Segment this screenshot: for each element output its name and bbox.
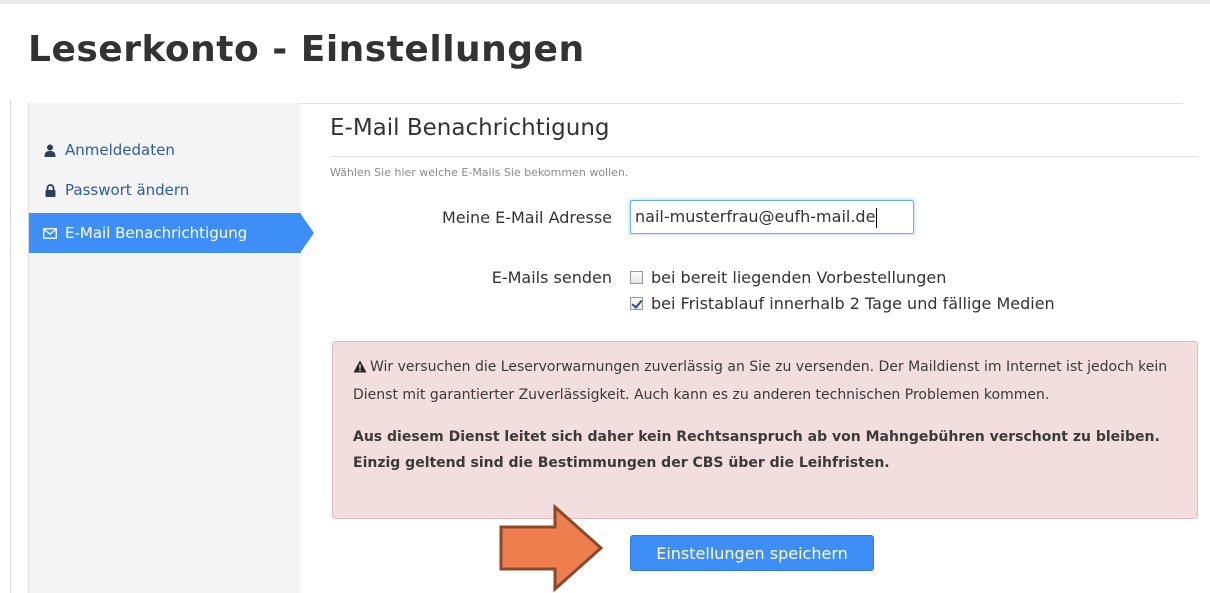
alert-message: Wir versuchen die Leservorwarnungen zuve… xyxy=(353,354,1177,408)
warning-alert: Wir versuchen die Leservorwarnungen zuve… xyxy=(332,341,1198,519)
annotation-arrow-icon xyxy=(499,503,604,593)
lock-icon xyxy=(43,183,57,197)
text-caret xyxy=(876,207,878,228)
alert-text: Wir versuchen die Leservorwarnungen zuve… xyxy=(353,359,1168,403)
section-divider xyxy=(330,156,1198,157)
sidebar-item-email-benachrichtigung[interactable]: E-Mail Benachrichtigung xyxy=(29,213,301,253)
option-vorbestellungen[interactable]: bei bereit liegenden Vorbestellungen xyxy=(630,268,946,287)
vorbestellungen-checkbox[interactable] xyxy=(630,271,643,284)
active-item-pointer xyxy=(300,213,314,253)
envelope-icon xyxy=(43,226,57,240)
settings-sidebar: Anmeldedaten Passwort ändern E-Mail Bena… xyxy=(28,103,301,593)
warning-icon xyxy=(353,356,367,382)
alert-disclaimer: Aus diesem Dienst leitet sich daher kein… xyxy=(353,429,1160,471)
page-left-border xyxy=(10,100,11,593)
user-icon xyxy=(43,143,57,157)
option-label: bei bereit liegenden Vorbestellungen xyxy=(651,268,947,287)
email-address-value: nail-musterfrau@eufh-mail.de xyxy=(635,207,876,226)
option-fristablauf[interactable]: bei Fristablauf innerhalb 2 Tage und fäl… xyxy=(630,294,1055,313)
sidebar-item-passwort[interactable]: Passwort ändern xyxy=(29,170,301,210)
save-settings-button[interactable]: Einstellungen speichern xyxy=(630,535,874,571)
sidebar-item-label: Anmeldedaten xyxy=(65,141,175,159)
sidebar-item-label: Passwort ändern xyxy=(65,181,190,199)
send-emails-label: E-Mails senden xyxy=(491,268,612,287)
email-address-input[interactable]: nail-musterfrau@eufh-mail.de xyxy=(630,200,914,234)
email-address-label: Meine E-Mail Adresse xyxy=(441,208,612,227)
sidebar-item-anmeldedaten[interactable]: Anmeldedaten xyxy=(29,130,301,170)
sidebar-item-label: E-Mail Benachrichtigung xyxy=(65,224,248,242)
fristablauf-checkbox[interactable] xyxy=(630,297,643,310)
option-label: bei Fristablauf innerhalb 2 Tage und fäl… xyxy=(651,294,1055,313)
page-title: Leserkonto - Einstellungen xyxy=(28,29,585,70)
section-help-text: Wählen Sie hier welche E-Mails Sie bekom… xyxy=(330,166,629,179)
section-title: E-Mail Benachrichtigung xyxy=(330,115,610,141)
